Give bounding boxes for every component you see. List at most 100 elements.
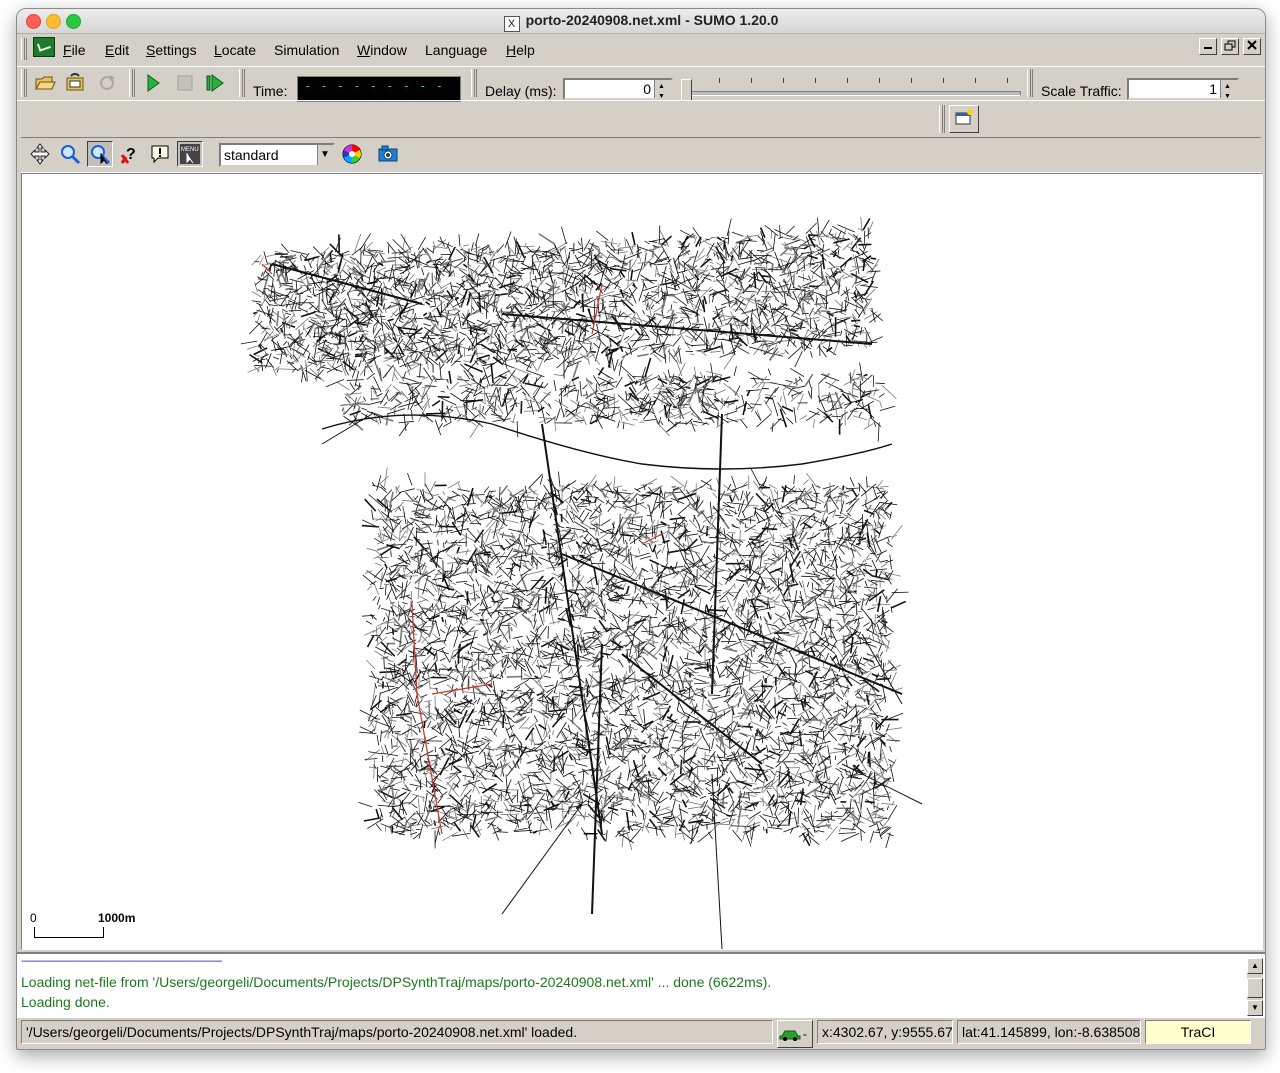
road-segment [586, 684, 590, 694]
road-segment [385, 303, 400, 310]
new-view-button[interactable] [949, 105, 979, 133]
road-segment [511, 694, 513, 699]
road-segment [702, 274, 715, 278]
reload-network-button[interactable] [63, 71, 87, 95]
step-button[interactable] [203, 71, 227, 95]
open-button[interactable] [33, 71, 57, 95]
road-segment [582, 394, 588, 396]
road-segment [567, 828, 572, 835]
road-segment [834, 601, 852, 607]
road-segment [418, 250, 421, 268]
delay-slider-thumb[interactable] [681, 79, 692, 101]
delay-spinner[interactable] [654, 78, 671, 106]
road-segment [382, 364, 394, 379]
menu-help[interactable]: Help [506, 42, 535, 58]
menubar-grip[interactable] [21, 38, 27, 60]
road-segment [409, 655, 426, 657]
toolbar-grip-scale[interactable] [1027, 69, 1033, 97]
road-segment [812, 419, 815, 428]
menu-edit[interactable]: Edit [105, 42, 129, 58]
road-segment [374, 650, 391, 662]
road-segment [745, 389, 761, 392]
road-segment [602, 574, 609, 583]
query-button[interactable]: ? [117, 141, 143, 167]
road-segment [689, 255, 697, 259]
mdi-restore-button[interactable] [1221, 38, 1239, 55]
road-segment [642, 346, 648, 351]
road-segment [469, 631, 476, 650]
road-segment [590, 251, 593, 271]
road-segment [540, 325, 552, 332]
road-segment [646, 514, 653, 517]
recenter-view-button[interactable] [27, 141, 53, 167]
map-canvas[interactable]: 0 1000m [21, 173, 1263, 950]
road-segment [867, 404, 873, 419]
road-segment [480, 290, 491, 292]
road-segment [706, 371, 723, 376]
road-segment [520, 310, 526, 312]
slider-tick [815, 78, 816, 83]
road-segment [363, 396, 367, 402]
road-segment [820, 295, 827, 309]
edit-coloring-button[interactable] [339, 141, 365, 167]
road-segment [503, 363, 514, 369]
zoom-lock-button[interactable] [87, 141, 113, 167]
road-segment [555, 408, 561, 421]
reload-button[interactable] [95, 71, 119, 95]
sumo-app-icon[interactable] [33, 37, 55, 57]
road-segment [727, 231, 730, 245]
menu-file[interactable]: File [63, 42, 86, 58]
road-segment [279, 368, 297, 370]
road-segment [733, 366, 737, 377]
scale-traffic-input[interactable]: 1 [1127, 78, 1239, 106]
menu-language[interactable]: Language [425, 42, 487, 58]
menu-settings[interactable]: Settings [146, 42, 197, 58]
delay-slider-track[interactable] [689, 91, 1021, 96]
toolbar-grip-sim[interactable] [129, 69, 135, 97]
road-segment [423, 326, 439, 337]
road-segment [752, 732, 757, 751]
locate-button[interactable] [57, 141, 83, 167]
road-segment [526, 317, 528, 322]
tooltip-button[interactable] [147, 141, 173, 167]
road-segment [307, 352, 311, 361]
toolbar-grip-file[interactable] [21, 69, 27, 97]
run-button[interactable] [141, 71, 165, 95]
menu-settings-label: ettings [155, 42, 197, 58]
road-segment [440, 330, 451, 334]
road-segment [536, 659, 543, 679]
road-segment [789, 234, 808, 243]
toolbar-grip-delay[interactable] [471, 69, 477, 97]
stop-button[interactable] [173, 71, 197, 95]
color-scheme-select[interactable]: standard [219, 143, 335, 167]
road-segment [285, 287, 294, 291]
road-segment [678, 398, 681, 409]
screenshot-button[interactable] [375, 141, 401, 167]
delay-input[interactable]: 0 [563, 78, 673, 106]
scale-traffic-spinner[interactable] [1220, 78, 1237, 106]
road-segment [771, 263, 774, 273]
recenter-view-icon [30, 143, 50, 165]
road-segment [761, 290, 776, 293]
road-segment [702, 299, 706, 313]
road-segment [854, 309, 861, 317]
road-segment [524, 410, 538, 412]
mdi-minimize-button[interactable] [1199, 38, 1217, 55]
road-segment [840, 316, 853, 319]
menu-window[interactable]: Window [357, 42, 407, 58]
toolbar-grip-window[interactable] [939, 105, 945, 133]
selection-menu-button[interactable]: MENU [177, 141, 203, 167]
mdi-close-button[interactable] [1243, 38, 1261, 55]
chevron-down-icon[interactable] [317, 145, 333, 165]
menu-locate[interactable]: Locate [214, 42, 256, 58]
road-segment [502, 406, 514, 423]
toolbar-grip-time[interactable] [239, 69, 245, 97]
road-segment [355, 384, 362, 388]
stop-icon [177, 75, 193, 91]
road-segment [460, 779, 471, 797]
road-segment [887, 833, 894, 837]
title-bar[interactable]: Xporto-20240908.net.xml - SUMO 1.20.0 [17, 9, 1265, 34]
menu-simulation[interactable]: Simulation [274, 42, 339, 58]
road-segment [659, 576, 662, 593]
road-segment [298, 293, 301, 309]
